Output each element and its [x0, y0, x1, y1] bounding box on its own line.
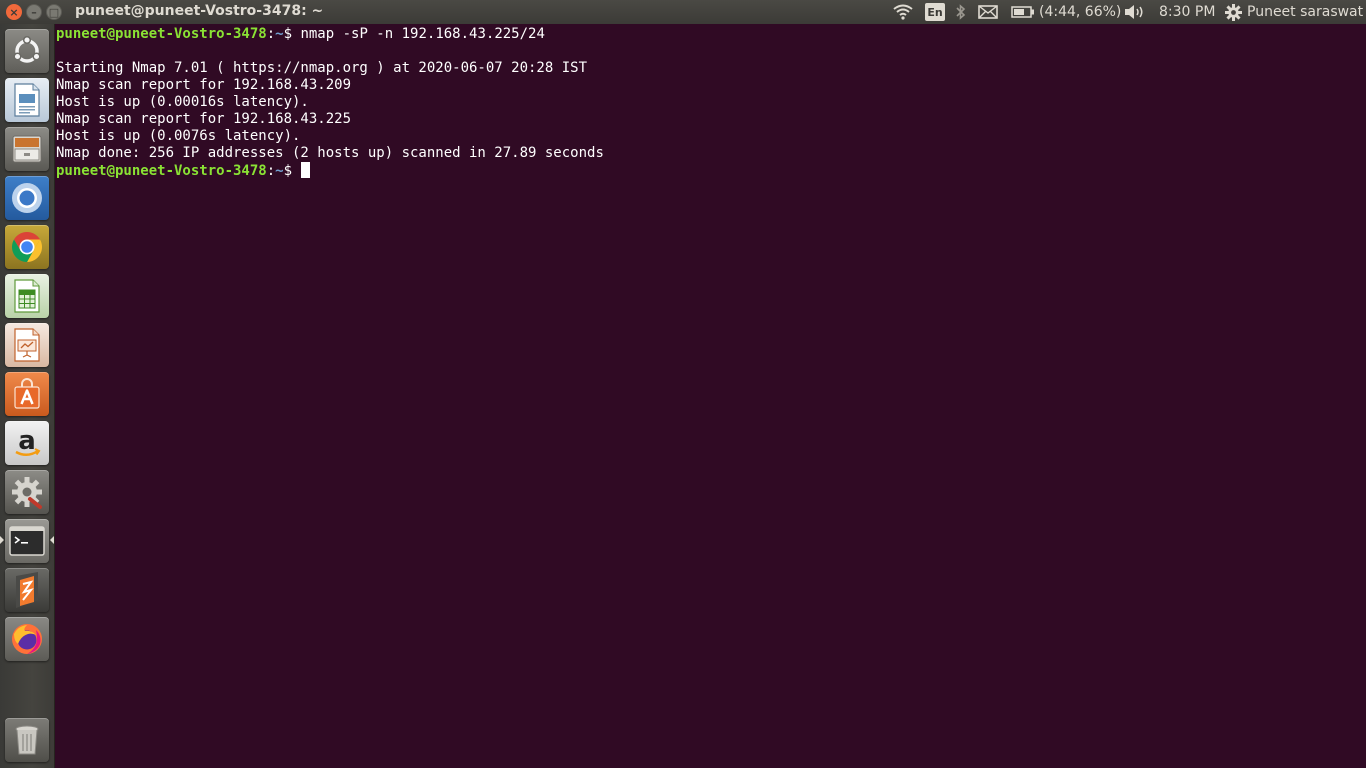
terminal-icon: [9, 526, 45, 556]
battery-status: (4:44, 66%): [1039, 4, 1122, 20]
launcher-item-chromium[interactable]: [5, 176, 49, 220]
terminal-command: nmap -sP -n 192.168.43.225/24: [300, 26, 545, 42]
keyboard-layout-label: En: [925, 3, 945, 21]
terminal-output-line: Starting Nmap 7.01 ( https://nmap.org ) …: [56, 60, 588, 76]
terminal-output-line: Host is up (0.00016s latency).: [56, 94, 309, 110]
prompt-separator: :: [266, 26, 276, 42]
shopping-bag-icon: [14, 378, 40, 409]
firefox-icon: [12, 624, 42, 654]
terminal-prompt-line: puneet@puneet-Vostro-3478:~$: [56, 162, 1366, 179]
amazon-icon: a: [15, 426, 41, 456]
close-window-button[interactable]: ×: [6, 4, 22, 20]
volume-icon[interactable]: [1123, 0, 1145, 24]
launcher-item-ubuntu-software[interactable]: [5, 372, 49, 416]
wifi-icon[interactable]: [893, 0, 913, 24]
minimize-window-button[interactable]: –: [26, 4, 42, 20]
terminal-prompt-line: puneet@puneet-Vostro-3478:~$ nmap -sP -n…: [56, 26, 1366, 43]
chrome-icon: [11, 232, 43, 262]
keyboard-layout-indicator[interactable]: En: [925, 0, 945, 24]
ubuntu-logo-icon: [13, 35, 41, 63]
terminal-output-line: Nmap done: 256 IP addresses (2 hosts up)…: [56, 145, 604, 161]
battery-icon: [1011, 6, 1034, 18]
prompt-end: $: [283, 163, 301, 179]
clock-label: 8:30 PM: [1159, 4, 1216, 20]
presentation-icon: [14, 328, 40, 362]
launcher-item-files[interactable]: [5, 127, 49, 171]
clock[interactable]: 8:30 PM: [1159, 0, 1215, 24]
settings-wrench-icon: [12, 477, 42, 509]
terminal-output-line: Nmap scan report for 192.168.43.225: [56, 111, 352, 127]
gear-icon: [1225, 3, 1242, 21]
launcher-item-trash[interactable]: [5, 718, 49, 762]
document-icon: [14, 83, 40, 117]
launcher-item-calc[interactable]: [5, 274, 49, 318]
battery-indicator[interactable]: (4:44, 66%): [1011, 0, 1121, 24]
launcher-item-writer[interactable]: [5, 78, 49, 122]
launcher-item-firefox[interactable]: [5, 617, 49, 661]
launcher-item-dash-home[interactable]: [5, 29, 49, 73]
chromium-icon: [12, 183, 42, 213]
launcher-item-impress[interactable]: [5, 323, 49, 367]
launcher-item-terminal[interactable]: [5, 519, 49, 563]
window-title: puneet@puneet-Vostro-3478: ~: [75, 3, 324, 19]
prompt-path: ~: [275, 26, 284, 42]
trash-icon: [15, 725, 39, 755]
spreadsheet-icon: [14, 279, 40, 313]
mail-icon[interactable]: [978, 0, 998, 24]
session-menu[interactable]: Puneet saraswat: [1225, 0, 1363, 24]
running-indicator: [0, 536, 4, 544]
sublime-icon: [16, 572, 38, 608]
maximize-window-button[interactable]: □: [46, 4, 62, 20]
bluetooth-icon[interactable]: [955, 0, 967, 24]
launcher-item-sublime-text[interactable]: [5, 568, 49, 612]
user-name: Puneet saraswat: [1247, 4, 1364, 20]
launcher-item-chrome[interactable]: [5, 225, 49, 269]
terminal-cursor: [301, 162, 311, 178]
prompt-path: ~: [275, 163, 284, 179]
terminal-window[interactable]: puneet@puneet-Vostro-3478:~$ nmap -sP -n…: [56, 24, 1366, 768]
prompt-end: $: [283, 26, 301, 42]
prompt-user: puneet@puneet-Vostro-3478: [56, 163, 267, 179]
terminal-output-line: Host is up (0.0076s latency).: [56, 128, 301, 144]
top-panel: × – □ puneet@puneet-Vostro-3478: ~ En (4…: [0, 0, 1366, 24]
file-cabinet-icon: [12, 135, 42, 163]
terminal-output-line: Nmap scan report for 192.168.43.209: [56, 77, 352, 93]
launcher-item-amazon[interactable]: a: [5, 421, 49, 465]
launcher-item-system-settings[interactable]: [5, 470, 49, 514]
svg-text:a: a: [18, 426, 36, 456]
prompt-user: puneet@puneet-Vostro-3478: [56, 26, 267, 42]
focused-indicator: [50, 536, 54, 544]
prompt-separator: :: [266, 163, 276, 179]
window-controls: × – □: [6, 4, 62, 20]
launcher: a: [0, 24, 55, 768]
